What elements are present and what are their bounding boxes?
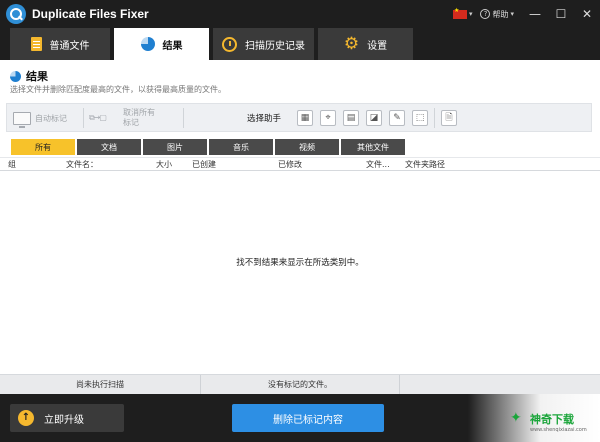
invert-selection-icon[interactable]: ⬚ [412,110,428,126]
results-header: 结果 [10,68,48,84]
gear-icon: ⚙ [343,34,360,54]
minimize-button[interactable]: — [522,0,548,28]
empty-results-message: 找不到结果来显示在所选类别中。 [236,258,364,268]
language-chevron-down-icon[interactable]: ▾ [469,10,473,18]
maximize-button[interactable]: ☐ [548,0,574,28]
help-label[interactable]: 帮助 [492,9,508,20]
unmark-all-button[interactable]: ⧉→▢ 取消所有 标记 [89,107,155,129]
toolbar-divider [183,108,184,128]
results-toolbar: 自动标记 ⧉→▢ 取消所有 标记 选择助手 ▦ ⌖ ▤ ◪ ✎ ⬚ 🗎 [6,103,592,132]
marked-files-status: 没有标记的文件。 [201,375,400,394]
export-report-icon[interactable]: 🗎 [441,110,457,126]
results-table-header: 组 文件名： 大小 已创建 已修改 文件... 文件夹路径 [0,157,600,171]
column-file-type[interactable]: 文件... [366,159,390,170]
pie-chart-icon [140,37,155,51]
column-created[interactable]: 已创建 [192,159,216,170]
tab-normal-files[interactable]: 普通文件 [10,28,111,60]
tab-label: 普通文件 [49,40,90,52]
move-files-icon: ⧉→▢ [89,113,107,122]
filter-documents[interactable]: 文档 [77,139,141,155]
help-icon[interactable]: ? [480,9,491,19]
scan-status: 尚未执行扫描 [0,375,201,394]
page-subtitle: 选择文件并删除匹配度最高的文件，以获得最高质量的文件。 [10,85,226,94]
select-grid-icon[interactable]: ▦ [297,110,313,126]
main-tab-bar: 普通文件 结果 扫描历史记录 ⚙ 设置 [0,28,600,60]
pie-chart-icon [10,70,21,82]
tab-label: 扫描历史记录 [245,40,305,52]
selection-helper-label: 选择助手 [247,114,282,124]
app-title: Duplicate Files Fixer [32,7,149,21]
select-by-size-icon[interactable]: ◪ [366,110,382,126]
auto-mark-label: 自动标记 [35,113,67,123]
tab-scan-history[interactable]: 扫描历史记录 [213,28,315,60]
tab-results[interactable]: 结果 [114,28,210,60]
eraser-icon[interactable]: ✎ [389,110,405,126]
column-modified[interactable]: 已修改 [278,159,302,170]
location-pin-icon[interactable]: ⌖ [320,110,336,126]
app-logo-icon [6,4,26,24]
filter-all[interactable]: 所有 [11,139,75,155]
filter-other-files[interactable]: 其他文件 [341,139,405,155]
language-flag-icon[interactable] [452,7,467,19]
upgrade-label: 立即升级 [44,414,84,426]
title-bar: Duplicate Files Fixer ▾ ? 帮助 ▾ — ☐ ✕ [0,0,600,28]
filter-images[interactable]: 图片 [143,139,207,155]
help-chevron-down-icon[interactable]: ▾ [510,10,514,18]
arrow-up-icon: ↑ [18,410,34,426]
column-group[interactable]: 组 [8,159,16,170]
document-icon [30,37,42,51]
history-clock-icon [222,36,237,52]
close-button[interactable]: ✕ [574,0,600,28]
auto-mark-button[interactable]: 自动标记 [13,107,67,129]
upgrade-now-button[interactable]: ↑ 立即升级 [10,404,124,432]
tab-settings[interactable]: ⚙ 设置 [318,28,414,60]
tab-label: 设置 [367,40,388,52]
monitor-icon [13,111,31,128]
watermark-text: 神奇下载 [530,413,574,426]
toolbar-divider [434,108,435,128]
delete-marked-button[interactable]: 删除已标记内容 [232,404,384,432]
column-size[interactable]: 大小 [156,159,172,170]
page-title: 结果 [26,70,48,83]
watermark-url: www.shenqixiazai.com [530,427,587,433]
unmark-all-label: 取消所有 标记 [123,108,155,127]
toolbar-divider [83,108,84,128]
select-by-date-icon[interactable]: ▤ [343,110,359,126]
filter-music[interactable]: 音乐 [209,139,273,155]
watermark-logo-icon: ✦ [510,410,522,426]
column-folder-path[interactable]: 文件夹路径 [405,159,445,170]
column-file-name[interactable]: 文件名： [66,159,98,170]
tab-label: 结果 [162,40,183,52]
status-bar: 尚未执行扫描 没有标记的文件。 [0,374,600,394]
filter-videos[interactable]: 视频 [275,139,339,155]
